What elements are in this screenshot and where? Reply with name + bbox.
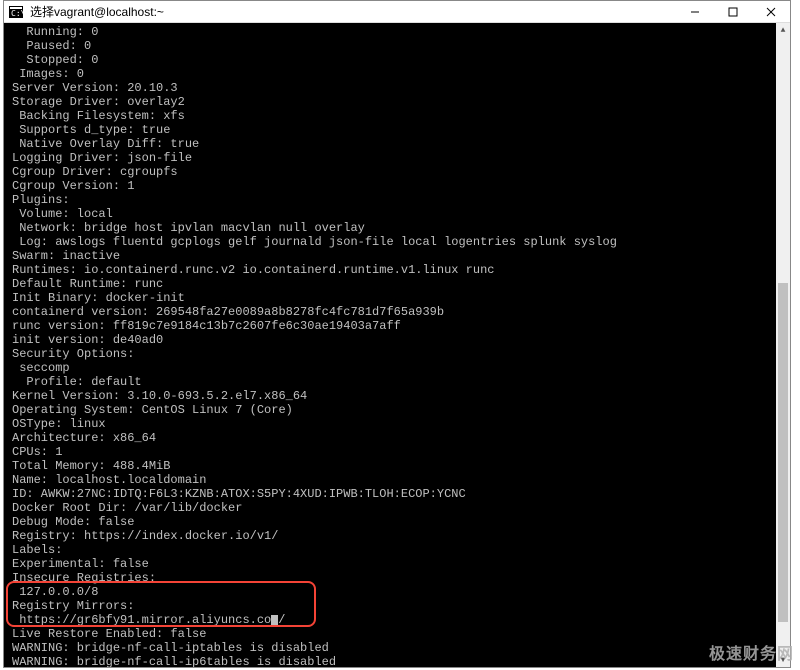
terminal-line: Kernel Version: 3.10.0-693.5.2.el7.x86_6…: [12, 389, 786, 403]
terminal-line: Default Runtime: runc: [12, 277, 786, 291]
terminal-line: Architecture: x86_64: [12, 431, 786, 445]
terminal-line: init version: de40ad0: [12, 333, 786, 347]
terminal-line: Total Memory: 488.4MiB: [12, 459, 786, 473]
terminal-line: Backing Filesystem: xfs: [12, 109, 786, 123]
terminal-line: Init Binary: docker-init: [12, 291, 786, 305]
titlebar[interactable]: C:\ 选择vagrant@localhost:~: [4, 1, 790, 23]
window-title: 选择vagrant@localhost:~: [28, 3, 676, 20]
terminal-line: Native Overlay Diff: true: [12, 137, 786, 151]
terminal-line: Supports d_type: true: [12, 123, 786, 137]
terminal-line: Cgroup Driver: cgroupfs: [12, 165, 786, 179]
terminal-output[interactable]: Running: 0 Paused: 0 Stopped: 0 Images: …: [4, 23, 790, 667]
terminal-line: Registry Mirrors:: [12, 599, 786, 613]
terminal-line: Server Version: 20.10.3: [12, 81, 786, 95]
terminal-line: Paused: 0: [12, 39, 786, 53]
terminal-line: Name: localhost.localdomain: [12, 473, 786, 487]
terminal-line: Logging Driver: json-file: [12, 151, 786, 165]
scroll-up-icon[interactable]: ▲: [776, 23, 790, 37]
terminal-line: CPUs: 1: [12, 445, 786, 459]
terminal-line: OSType: linux: [12, 417, 786, 431]
terminal-line: Experimental: false: [12, 557, 786, 571]
terminal-line: Swarm: inactive: [12, 249, 786, 263]
scrollbar[interactable]: ▲ ▼: [776, 23, 790, 667]
terminal-line: Operating System: CentOS Linux 7 (Core): [12, 403, 786, 417]
terminal-line: 127.0.0.0/8: [12, 585, 786, 599]
watermark: 极速财务网: [709, 640, 794, 664]
terminal-line: Labels:: [12, 543, 786, 557]
scrollbar-track[interactable]: [776, 37, 790, 653]
terminal-line: ID: AWKW:27NC:IDTQ:F6L3:KZNB:ATOX:S5PY:4…: [12, 487, 786, 501]
terminal-line: Log: awslogs fluentd gcplogs gelf journa…: [12, 235, 786, 249]
svg-text:C:\: C:\: [11, 9, 23, 18]
scrollbar-thumb[interactable]: [778, 283, 788, 622]
terminal-line: Volume: local: [12, 207, 786, 221]
terminal-line: Images: 0: [12, 67, 786, 81]
terminal-line: Running: 0: [12, 25, 786, 39]
terminal-line: Docker Root Dir: /var/lib/docker: [12, 501, 786, 515]
maximize-button[interactable]: [714, 1, 752, 22]
terminal-line: Insecure Registries:: [12, 571, 786, 585]
terminal-line: Network: bridge host ipvlan macvlan null…: [12, 221, 786, 235]
terminal-line: Security Options:: [12, 347, 786, 361]
terminal-line: Stopped: 0: [12, 53, 786, 67]
minimize-button[interactable]: [676, 1, 714, 22]
terminal-line: Debug Mode: false: [12, 515, 786, 529]
terminal-icon: C:\: [8, 4, 24, 20]
terminal-window: C:\ 选择vagrant@localhost:~ Running: 0 Pau…: [3, 0, 791, 668]
terminal-line: WARNING: bridge-nf-call-iptables is disa…: [12, 641, 786, 655]
close-button[interactable]: [752, 1, 790, 22]
terminal-line: https://gr6bfy91.mirror.aliyuncs.co/: [12, 613, 786, 627]
terminal-line: seccomp: [12, 361, 786, 375]
terminal-line: Live Restore Enabled: false: [12, 627, 786, 641]
terminal-line: Storage Driver: overlay2: [12, 95, 786, 109]
terminal-line: Profile: default: [12, 375, 786, 389]
terminal-line: Runtimes: io.containerd.runc.v2 io.conta…: [12, 263, 786, 277]
window-controls: [676, 1, 790, 22]
terminal-line: Cgroup Version: 1: [12, 179, 786, 193]
terminal-line: Plugins:: [12, 193, 786, 207]
terminal-line: containerd version: 269548fa27e0089a8b82…: [12, 305, 786, 319]
text-cursor: [271, 615, 278, 627]
terminal-line: Registry: https://index.docker.io/v1/: [12, 529, 786, 543]
terminal-line: WARNING: bridge-nf-call-ip6tables is dis…: [12, 655, 786, 667]
terminal-line: runc version: ff819c7e9184c13b7c2607fe6c…: [12, 319, 786, 333]
